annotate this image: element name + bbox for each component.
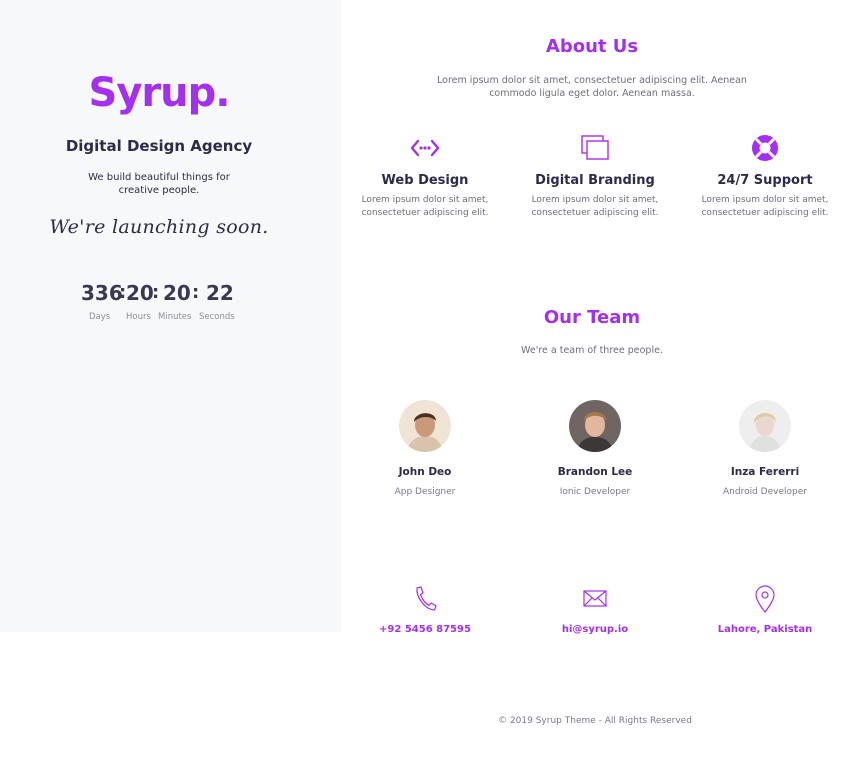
avatar (739, 400, 791, 452)
contact-phone: +92 5456 87595 (340, 585, 510, 640)
service-title: Digital Branding (535, 173, 655, 188)
service-text-line: consectetuer adipiscing elit. (531, 208, 659, 218)
about-text: Lorem ipsum dolor sit amet, consectetuer… (437, 75, 747, 99)
member-role: Ionic Developer (559, 487, 631, 497)
team-title: Our Team (543, 307, 641, 328)
launching-soon-text: We're launching soon. (49, 216, 269, 238)
service-support: 24/7 Support Lorem ipsum dolor sit amet,… (680, 133, 843, 233)
countdown-minutes: 20 (163, 281, 191, 305)
service-text-line: consectetuer adipiscing elit. (701, 208, 829, 218)
countdown-label-seconds: Seconds (199, 312, 235, 322)
member-name: John Deo (398, 466, 452, 478)
service-text: Lorem ipsum dolor sit amet, consectetuer… (680, 194, 843, 220)
phone-link[interactable]: +92 5456 87595 (340, 624, 510, 635)
lifebuoy-icon (752, 135, 778, 161)
team-member: Inza Fererri Android Developer (680, 400, 843, 505)
countdown-hours: 20 (126, 281, 154, 305)
service-digital-branding: Digital Branding Lorem ipsum dolor sit a… (510, 133, 680, 233)
layers-icon (581, 135, 609, 160)
service-text-line: consectetuer adipiscing elit. (361, 208, 489, 218)
service-title: 24/7 Support (717, 173, 813, 188)
tagline-line: creative people. (118, 185, 200, 196)
countdown-label-hours: Hours (126, 312, 151, 322)
team-member: Brandon Lee Ionic Developer (510, 400, 680, 505)
member-name: Inza Fererri (730, 466, 800, 478)
countdown-separator: : (192, 282, 200, 303)
service-title: Web Design (381, 173, 469, 188)
team-subtitle: We're a team of three people. (521, 345, 663, 356)
logo: Syrup. (88, 70, 231, 116)
countdown: 336 : 20 : 20 : 22 Days Hours Minutes Se… (0, 281, 318, 326)
countdown-label-minutes: Minutes (158, 312, 192, 322)
service-text: Lorem ipsum dolor sit amet, consectetuer… (340, 194, 510, 220)
about-title: About Us (545, 36, 639, 57)
tagline: We build beautiful things for creative p… (0, 171, 318, 197)
member-role: Android Developer (723, 487, 807, 497)
code-arrows-icon (410, 139, 440, 157)
service-text-line: Lorem ipsum dolor sit amet, (361, 195, 489, 205)
location-text: Lahore, Pakistan (717, 624, 813, 635)
member-name: Brandon Lee (557, 466, 633, 478)
service-text: Lorem ipsum dolor sit amet, consectetuer… (510, 194, 680, 220)
member-role: App Designer (394, 487, 456, 497)
service-text-line: Lorem ipsum dolor sit amet, (701, 195, 829, 205)
email-link[interactable]: hi@syrup.io (510, 624, 680, 635)
map-pin-icon (755, 585, 775, 613)
team-member: John Deo App Designer (340, 400, 510, 505)
countdown-seconds: 22 (206, 281, 234, 305)
agency-title: Digital Design Agency (65, 137, 253, 155)
avatar (569, 400, 621, 452)
service-text-line: Lorem ipsum dolor sit amet, (531, 195, 659, 205)
copyright: © 2019 Syrup Theme - All Rights Reserved (498, 716, 692, 726)
phone-icon (416, 586, 437, 611)
tagline-line: We build beautiful things for (88, 172, 230, 183)
envelope-icon (583, 590, 607, 607)
countdown-label-days: Days (89, 312, 111, 322)
contact-location: Lahore, Pakistan (680, 585, 843, 640)
avatar (399, 400, 451, 452)
contact-email: hi@syrup.io (510, 585, 680, 640)
service-web-design: Web Design Lorem ipsum dolor sit amet, c… (340, 133, 510, 233)
hero-panel: Syrup. Digital Design Agency We build be… (0, 0, 341, 632)
countdown-days: 336 (81, 281, 123, 305)
countdown-separator: : (152, 282, 160, 303)
